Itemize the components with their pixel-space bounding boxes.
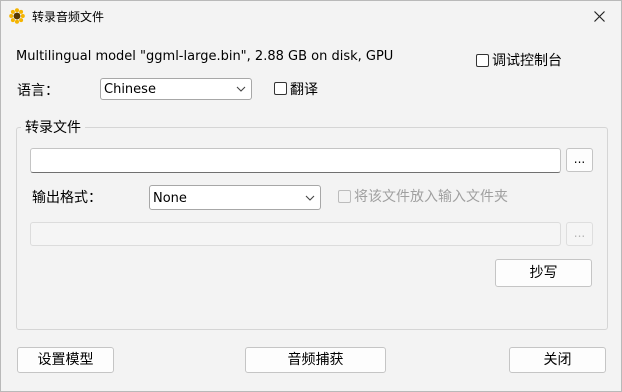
close-button[interactable]: 关闭 [509, 347, 606, 373]
input-file-field[interactable] [30, 148, 561, 173]
sunflower-app-icon [9, 8, 25, 24]
debug-console-checkbox[interactable] [476, 54, 489, 67]
output-format-value: None [153, 191, 187, 206]
chevron-down-icon [305, 195, 315, 201]
setup-model-button[interactable]: 设置模型 [17, 347, 114, 373]
browse-output-button[interactable]: ... [566, 222, 593, 246]
window-title: 转录音频文件 [32, 10, 105, 24]
output-format-label: 输出格式： [32, 190, 102, 206]
place-in-input-folder-checkbox[interactable] [338, 190, 351, 203]
output-format-select[interactable]: None [149, 185, 321, 210]
close-window-button[interactable] [577, 1, 621, 31]
close-icon [593, 10, 605, 22]
transcribe-button[interactable]: 抄写 [495, 259, 592, 287]
browse-input-button[interactable]: ... [566, 148, 593, 172]
translate-checkbox[interactable] [274, 82, 287, 95]
audio-capture-button[interactable]: 音频捕获 [245, 347, 386, 373]
output-file-field[interactable] [30, 222, 561, 246]
language-select[interactable]: Chinese [100, 78, 252, 100]
place-in-input-folder-label: 将该文件放入输入文件夹 [354, 189, 508, 205]
model-info-text: Multilingual model "ggml-large.bin", 2.8… [16, 49, 394, 64]
transcribe-dialog: 转录音频文件 Multilingual model "ggml-large.bi… [0, 0, 622, 392]
title-bar: 转录音频文件 [1, 1, 621, 31]
debug-console-label: 调试控制台 [492, 53, 562, 69]
language-label: 语言： [17, 83, 59, 99]
translate-label: 翻译 [290, 82, 318, 98]
chevron-down-icon [236, 86, 246, 92]
language-value: Chinese [104, 82, 156, 97]
transcribe-file-group-title: 转录文件 [21, 117, 85, 137]
